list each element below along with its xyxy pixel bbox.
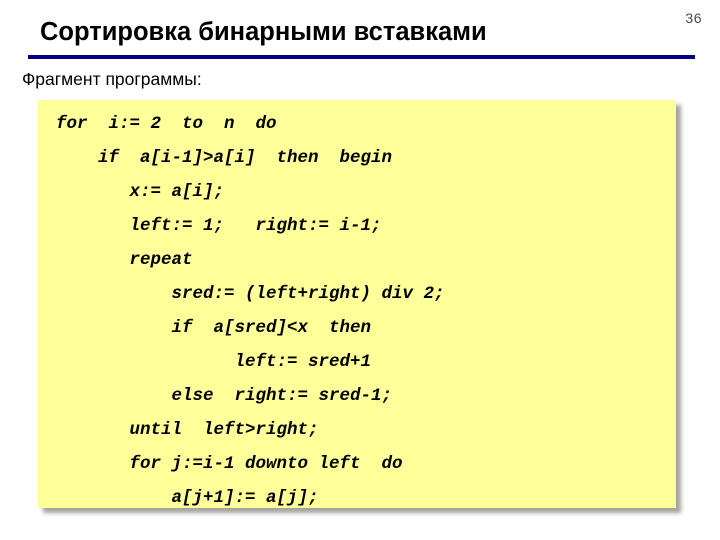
code-line: repeat bbox=[56, 250, 193, 270]
code-line: for i:= 2 to n do bbox=[56, 114, 277, 134]
code-line: x:= a[i]; bbox=[56, 182, 225, 202]
section-caption: Фрагмент программы: bbox=[22, 69, 202, 89]
code-panel: for i:= 2 to n do if a[i-1]>a[i] then be… bbox=[38, 100, 676, 508]
code-line: else right:= sred-1; bbox=[56, 386, 393, 406]
code-line: for j:=i-1 downto left do bbox=[56, 454, 403, 474]
code-line: sred:= (left+right) div 2; bbox=[56, 284, 445, 304]
code-line: if a[sred]<x then bbox=[56, 318, 372, 338]
title-divider bbox=[28, 55, 695, 59]
code-line: left:= sred+1 bbox=[56, 352, 372, 372]
code-line: a[j+1]:= a[j]; bbox=[56, 488, 319, 508]
code-line: until left>right; bbox=[56, 420, 319, 440]
page-number: 36 bbox=[685, 10, 702, 26]
slide: 36 Сортировка бинарными вставками Фрагме… bbox=[0, 0, 720, 540]
code-line: left:= 1; right:= i-1; bbox=[56, 216, 382, 236]
page-title: Сортировка бинарными вставками bbox=[40, 18, 487, 46]
code-line: if a[i-1]>a[i] then begin bbox=[56, 148, 393, 168]
code-listing: for i:= 2 to n do if a[i-1]>a[i] then be… bbox=[38, 107, 676, 508]
